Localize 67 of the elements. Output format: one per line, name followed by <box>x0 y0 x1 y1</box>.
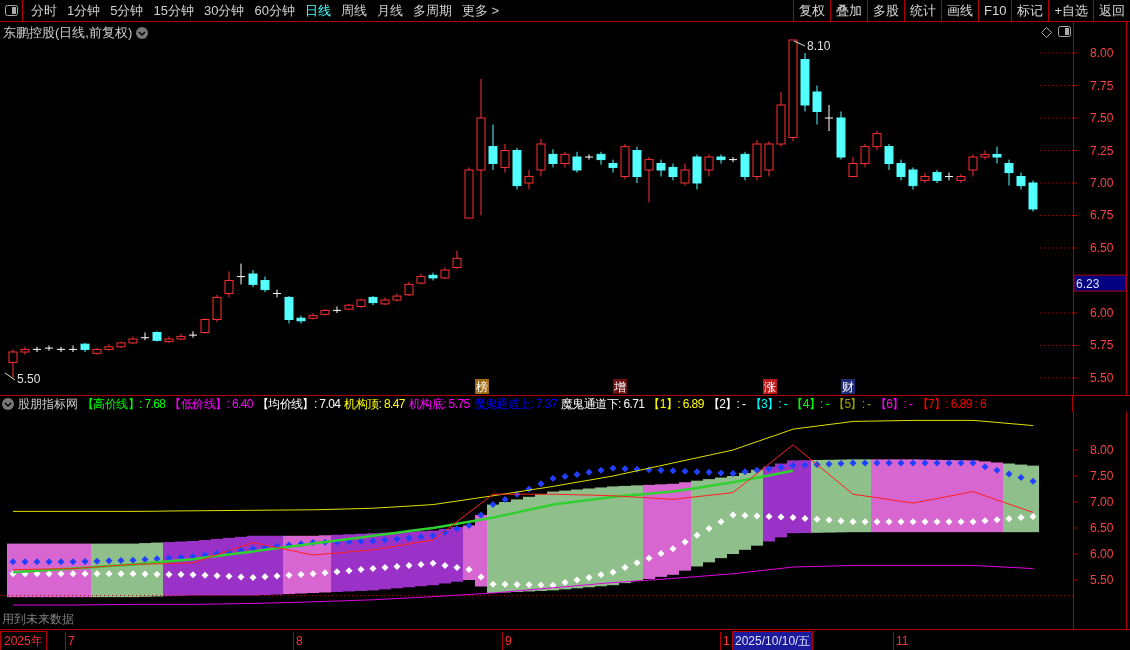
period-tab[interactable]: 30分钟 <box>199 0 249 21</box>
legend-value: 【1】: 6.89 <box>648 396 704 413</box>
event-marker[interactable]: 增 <box>613 379 627 394</box>
toolbar-button[interactable]: 统计 <box>904 0 941 21</box>
month-label: 1 <box>720 632 730 650</box>
toolbar-button[interactable]: +自选 <box>1048 0 1093 21</box>
axis-label: 8.00 <box>1090 46 1114 60</box>
year-label: 2025年 <box>0 631 47 650</box>
axis-label: 7.00 <box>1090 495 1114 509</box>
period-tab[interactable]: 5分钟 <box>106 0 148 21</box>
month-label: 8 <box>293 632 303 650</box>
month-label: 11 <box>893 632 909 650</box>
toolbar-button[interactable]: 标记 <box>1011 0 1049 21</box>
toolbar-button[interactable]: 叠加 <box>830 0 867 21</box>
axis-label: 8.00 <box>1090 443 1114 457</box>
axis-label: 7.50 <box>1090 469 1114 483</box>
legend-value: 【3】: - <box>749 396 788 413</box>
toolbar-button[interactable]: F10 <box>978 0 1012 21</box>
high-price-label: 8.10 <box>793 39 831 53</box>
cursor-date: 2025/10/10/五 <box>732 631 814 650</box>
toolbar-button[interactable]: 画线 <box>941 0 978 21</box>
axis-label: 6.75 <box>1090 208 1114 223</box>
legend-value: 魔鬼通道下: 6.71 <box>561 396 645 413</box>
legend-value: 魔鬼通道上: 7.37 <box>473 396 557 413</box>
legend-value: 【2】: - <box>707 396 746 413</box>
legend-value: 机构底: 5.75 <box>408 396 470 413</box>
period-tab[interactable]: 更多 > <box>457 0 504 21</box>
period-tab[interactable]: 日线 <box>300 0 335 21</box>
legend-value: 【7】: 6.89 : 6 <box>916 396 987 413</box>
axis-label: 7.00 <box>1090 176 1114 190</box>
axis-label: 6.00 <box>1090 306 1114 320</box>
axis-label: 6.50 <box>1090 241 1114 255</box>
future-data-note: 用到未来数据 <box>2 611 74 628</box>
event-marker[interactable]: 财 <box>841 379 855 394</box>
axis-label: 6.00 <box>1090 547 1114 561</box>
axis-label: 7.50 <box>1090 111 1114 125</box>
month-label: 9 <box>502 632 512 650</box>
axis-label: 7.25 <box>1090 143 1114 158</box>
toolbar-button[interactable]: 多股 <box>867 0 904 21</box>
legend-value: 【高价线】: 7.68 <box>82 396 166 413</box>
current-price-tag: 6.23 <box>1073 274 1127 292</box>
axis-label: 6.50 <box>1090 521 1114 535</box>
axis-label: 5.75 <box>1090 338 1114 353</box>
period-tab[interactable]: 1分钟 <box>63 0 105 21</box>
period-tab[interactable]: 60分钟 <box>250 0 299 21</box>
month-label: 7 <box>65 632 75 650</box>
legend-value: 【低价线】: 6.40 <box>169 396 253 413</box>
axis-label: 5.50 <box>1090 573 1114 587</box>
period-tab[interactable]: 月线 <box>372 0 407 21</box>
period-tab[interactable]: 分时 <box>27 0 61 21</box>
toolbar-button[interactable]: 复权 <box>793 0 830 21</box>
legend-value: 【5】: - <box>833 396 871 413</box>
legend-value: 【均价线】: 7.04 <box>256 396 341 413</box>
chart-title: 东鹏控股(日线,前复权) <box>3 24 133 42</box>
axis-label: 7.75 <box>1090 78 1114 93</box>
legend-value: 【4】: - <box>791 396 829 413</box>
toolbar-button[interactable]: 返回 <box>1093 0 1130 21</box>
legend-value: 机构顶: 8.47 <box>344 396 405 413</box>
period-tab[interactable]: 15分钟 <box>149 0 198 21</box>
axis-label: 5.50 <box>1090 371 1114 385</box>
legend-value: 【6】: - <box>874 396 913 413</box>
event-marker[interactable]: 涨 <box>763 379 777 394</box>
low-price-label: 5.50 <box>4 372 41 386</box>
indicator-name: 股朋指标网 <box>18 396 78 413</box>
period-tab[interactable]: 多周期 <box>408 0 456 21</box>
period-tab[interactable]: 周线 <box>336 0 371 21</box>
event-marker[interactable]: 榜 <box>475 379 489 394</box>
